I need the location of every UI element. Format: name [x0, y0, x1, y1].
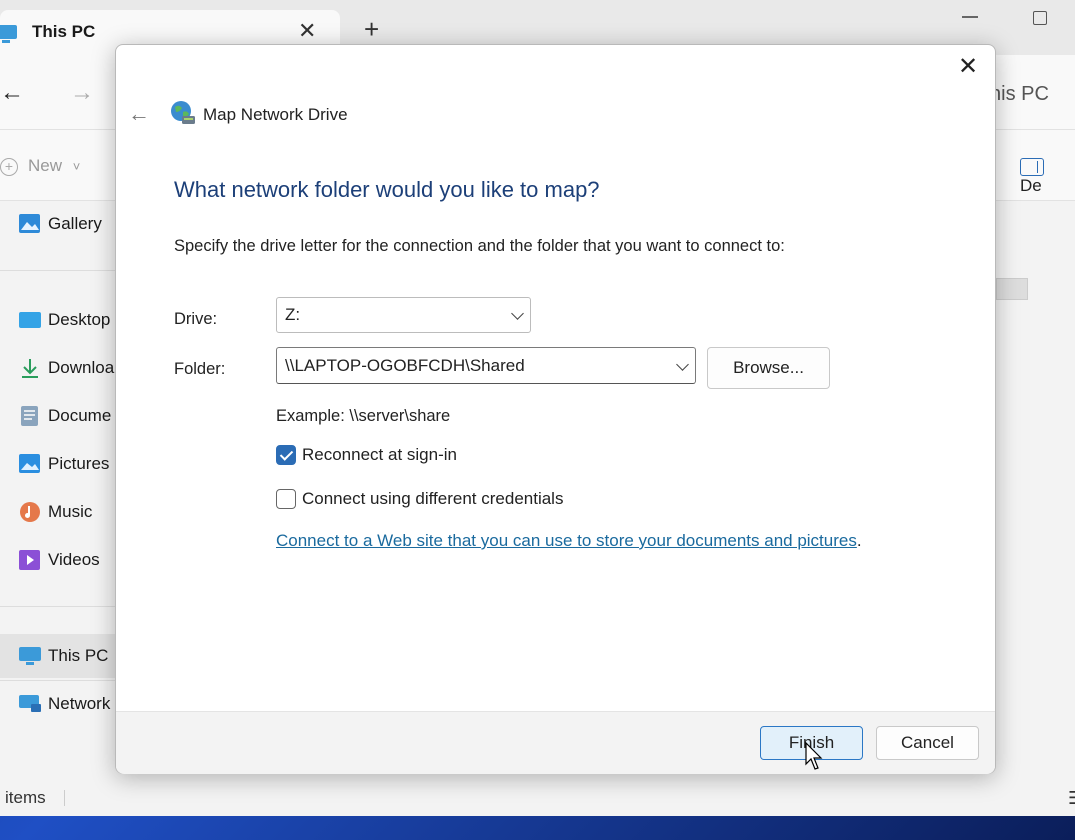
- details-button[interactable]: De: [1020, 156, 1075, 196]
- sidebar-item-label: Pictures: [48, 454, 110, 473]
- sidebar-item-videos[interactable]: Videos: [18, 549, 100, 571]
- close-icon[interactable]: ✕: [958, 55, 978, 79]
- reconnect-label: Reconnect at sign-in: [302, 445, 457, 464]
- credentials-checkbox[interactable]: Connect using different credentials: [276, 489, 563, 509]
- sidebar-item-network[interactable]: Network: [18, 693, 110, 715]
- reconnect-checkbox[interactable]: Reconnect at sign-in: [276, 445, 457, 465]
- navigation-pane: Gallery Desktop Downloa Docume Pictures …: [0, 201, 118, 781]
- new-button-label: New: [28, 156, 63, 175]
- sidebar-item-label: Gallery: [48, 214, 102, 233]
- new-button[interactable]: + New ˅: [0, 156, 80, 176]
- chevron-down-icon[interactable]: [676, 357, 689, 371]
- chevron-down-icon: [511, 307, 524, 320]
- folder-combobox[interactable]: \\LAPTOP-OGOBFCDH\Shared: [276, 347, 696, 384]
- maximize-icon[interactable]: [1033, 11, 1047, 25]
- sidebar-item-this-pc[interactable]: This PC: [18, 645, 108, 667]
- drive-value: Z:: [285, 305, 301, 324]
- dialog-footer: Finish Cancel: [116, 711, 995, 774]
- gallery-icon: [18, 213, 42, 235]
- item-count: items: [5, 788, 46, 807]
- new-tab-icon[interactable]: +: [364, 16, 379, 42]
- mouse-cursor-icon: [805, 742, 823, 770]
- sidebar-divider: [0, 680, 118, 681]
- back-arrow-icon[interactable]: ←: [128, 101, 150, 127]
- sidebar-item-pictures[interactable]: Pictures: [18, 453, 109, 475]
- sidebar-item-label: Music: [48, 502, 93, 521]
- credentials-label: Connect using different credentials: [302, 489, 564, 508]
- network-drive-icon: [170, 100, 196, 126]
- address-bar[interactable]: his PC: [990, 83, 1049, 106]
- drive-select[interactable]: Z:: [276, 297, 531, 333]
- sidebar-item-label: This PC: [48, 646, 109, 665]
- sidebar-item-label: Desktop: [48, 310, 111, 329]
- checkbox-unchecked-icon[interactable]: [276, 489, 296, 509]
- sidebar-item-label: Network: [48, 694, 111, 713]
- folder-label: Folder:: [174, 360, 226, 378]
- cancel-button[interactable]: Cancel: [876, 726, 979, 760]
- pictures-icon: [18, 453, 42, 475]
- drive-label: Drive:: [174, 310, 218, 328]
- dialog-description: Specify the drive letter for the connect…: [174, 237, 785, 255]
- checkbox-checked-icon[interactable]: [276, 445, 296, 465]
- music-icon: [18, 501, 42, 523]
- sidebar-item-documents[interactable]: Docume: [18, 405, 111, 427]
- status-bar: items ☰: [0, 780, 1075, 816]
- dialog-heading: What network folder would you like to ma…: [174, 177, 600, 202]
- tab-title: This PC: [32, 22, 96, 41]
- sidebar-item-label: Docume: [48, 406, 112, 425]
- content-scrollbar[interactable]: [996, 278, 1028, 300]
- sidebar-item-music[interactable]: Music: [18, 501, 92, 523]
- desktop-icon: [18, 309, 42, 331]
- web-site-link[interactable]: Connect to a Web site that you can use t…: [276, 531, 857, 550]
- details-pane-icon: [1020, 157, 1044, 176]
- computer-icon: [18, 645, 42, 667]
- details-view-icon[interactable]: ☰: [1068, 788, 1075, 809]
- computer-icon: [0, 24, 18, 49]
- browse-button[interactable]: Browse...: [707, 347, 830, 389]
- sidebar-item-gallery[interactable]: Gallery: [18, 213, 102, 235]
- minimize-icon[interactable]: [962, 16, 978, 18]
- forward-arrow-icon[interactable]: →: [70, 79, 94, 107]
- network-icon: [18, 693, 42, 715]
- tab-close-icon[interactable]: ✕: [298, 18, 316, 44]
- sidebar-divider: [0, 270, 118, 271]
- plus-icon: +: [0, 158, 18, 176]
- folder-value: \\LAPTOP-OGOBFCDH\Shared: [285, 355, 525, 375]
- sidebar-item-downloads[interactable]: Downloa: [18, 357, 114, 379]
- chevron-down-icon: ˅: [72, 159, 81, 174]
- dialog-title: Map Network Drive: [203, 105, 348, 124]
- map-network-drive-dialog: ✕ ← Map Network Drive What network folde…: [115, 44, 996, 774]
- link-period: .: [856, 531, 862, 550]
- document-icon: [18, 405, 42, 427]
- sidebar-item-label: Videos: [48, 550, 100, 569]
- example-text: Example: \\server\share: [276, 407, 451, 425]
- videos-icon: [18, 549, 42, 571]
- sidebar-item-label: Downloa: [48, 358, 115, 377]
- back-arrow-icon[interactable]: ←: [0, 79, 24, 107]
- sidebar-divider: [0, 606, 118, 607]
- download-icon: [18, 357, 42, 379]
- status-divider: [64, 790, 65, 806]
- details-button-label: De: [1020, 176, 1042, 195]
- sidebar-item-desktop[interactable]: Desktop: [18, 309, 110, 331]
- web-site-link-row: Connect to a Web site that you can use t…: [276, 531, 862, 551]
